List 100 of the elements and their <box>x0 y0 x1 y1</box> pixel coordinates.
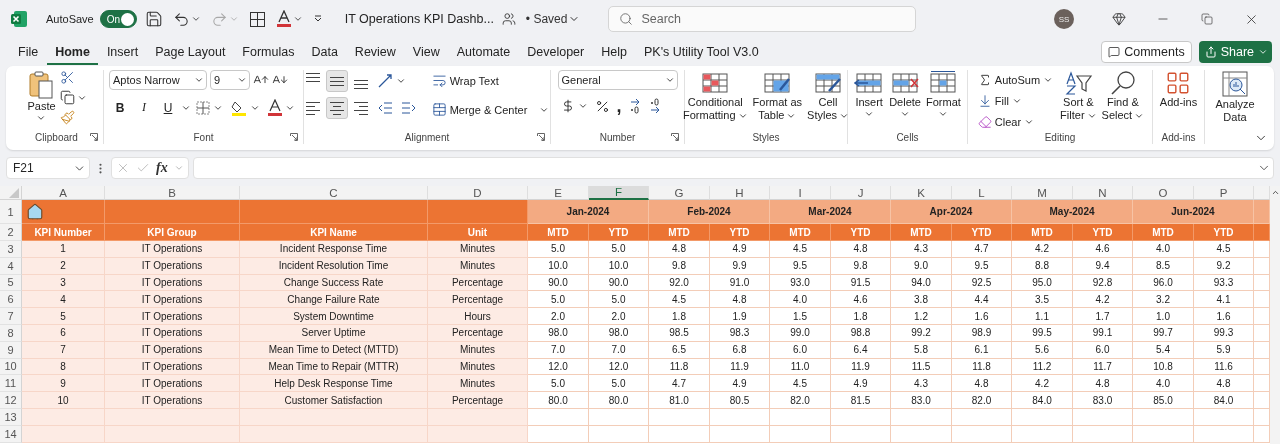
column-header[interactable]: H <box>710 186 770 200</box>
menu-tab[interactable]: Page Layout <box>147 39 234 65</box>
find-select-button[interactable]: Find & Select <box>1100 70 1146 122</box>
dialog-launcher-icon[interactable] <box>671 133 679 141</box>
table-cell: 4.9 <box>710 375 770 393</box>
column-header[interactable]: A <box>22 186 105 200</box>
column-header[interactable]: P <box>1194 186 1254 200</box>
header-cell: KPI Name <box>240 224 428 241</box>
column-header[interactable]: C <box>240 186 428 200</box>
merge-center-button[interactable]: Merge & Center <box>428 99 553 120</box>
caret-icon <box>1258 47 1268 57</box>
insert-function-button[interactable]: fx <box>156 160 168 176</box>
formula-input[interactable] <box>192 157 1274 179</box>
dialog-launcher-icon[interactable] <box>90 133 98 141</box>
comma-style-button[interactable]: , <box>613 96 625 116</box>
menu-tab[interactable]: View <box>404 39 448 65</box>
menu-tab[interactable]: Insert <box>98 39 147 65</box>
cells-button[interactable]: Format <box>924 70 962 119</box>
triangle-icon <box>9 188 19 198</box>
row-number[interactable]: 11 <box>0 375 22 393</box>
column-header[interactable]: E <box>528 186 589 200</box>
autosum-button[interactable]: AutoSum <box>974 70 1057 90</box>
table-cell: 4.8 <box>1073 375 1133 393</box>
row-number[interactable]: 2 <box>0 224 22 241</box>
italic-button[interactable]: I <box>133 97 155 118</box>
name-box[interactable]: F21 <box>6 157 90 179</box>
menu-tab[interactable]: File <box>10 39 47 65</box>
bold-button[interactable]: B <box>109 97 131 118</box>
cells-button[interactable]: Insert <box>853 70 886 119</box>
group-label: Clipboard <box>35 132 78 143</box>
scroll-up-icon <box>1270 188 1280 197</box>
column-header[interactable]: O <box>1133 186 1194 200</box>
autosave-toggle[interactable]: On <box>99 10 137 28</box>
column-header[interactable]: D <box>428 186 528 200</box>
menu-tab[interactable]: Automate <box>448 39 519 65</box>
cells-button[interactable]: Delete <box>888 70 922 119</box>
menu-tab[interactable]: Help <box>593 39 635 65</box>
percent-icon[interactable] <box>594 98 610 114</box>
column-header[interactable]: I <box>770 186 831 200</box>
column-header[interactable]: L <box>952 186 1012 200</box>
column-header[interactable]: J <box>831 186 891 200</box>
menu-tab[interactable]: Home <box>47 39 98 65</box>
column-header[interactable]: M <box>1012 186 1073 200</box>
table-cell: 4.9 <box>710 241 770 258</box>
lines-icon <box>329 76 344 86</box>
horizontal-align-button[interactable] <box>325 97 348 119</box>
fill-button[interactable]: Fill <box>974 91 1057 111</box>
user-avatar[interactable]: SS <box>1054 9 1074 29</box>
menu-tab[interactable]: PK's Utility Tool V3.0 <box>635 39 767 65</box>
column-header[interactable]: B <box>105 186 240 200</box>
sort-filter-button[interactable]: Sort & Filter <box>1059 70 1098 122</box>
styles-button[interactable]: Conditional Formatting <box>681 70 749 122</box>
column-header[interactable]: G <box>649 186 710 200</box>
menu-tab[interactable]: Formulas <box>234 39 303 65</box>
dialog-launcher-icon[interactable] <box>290 133 298 141</box>
home-icon[interactable] <box>26 202 44 221</box>
row-number[interactable]: 6 <box>0 291 22 309</box>
column-header[interactable]: N <box>1073 186 1133 200</box>
row-number[interactable]: 7 <box>0 308 22 325</box>
table-cell: Minutes <box>428 241 528 258</box>
app-icon[interactable] <box>10 10 28 28</box>
table-cell: 82.0 <box>952 392 1012 409</box>
styles-button[interactable]: Cell Styles <box>806 70 851 122</box>
row-number[interactable]: 3 <box>0 241 22 258</box>
underline-button[interactable]: U <box>157 97 179 118</box>
font-size-field[interactable]: 9 <box>210 70 250 90</box>
column-header[interactable]: F <box>589 186 649 200</box>
chart-magnifier-icon <box>1221 70 1249 98</box>
outdent-icon <box>376 100 393 116</box>
merge-cells-icon <box>431 102 447 117</box>
menu-tab[interactable]: Review <box>346 39 404 65</box>
copy-icon[interactable] <box>59 90 75 105</box>
row-number[interactable]: 1 <box>0 200 22 224</box>
clear-button[interactable]: Clear <box>974 112 1057 132</box>
share-button[interactable]: Share <box>1198 41 1272 63</box>
table-cell: 2.0 <box>528 308 589 325</box>
caret-icon <box>1024 117 1035 127</box>
comments-button[interactable]: Comments <box>1101 41 1192 63</box>
paste-button[interactable]: Paste <box>26 70 57 123</box>
column-header[interactable]: K <box>891 186 952 200</box>
table-cell: 4.2 <box>1012 375 1073 393</box>
row-number[interactable]: 12 <box>0 392 22 409</box>
table-cell: 84.0 <box>1012 392 1073 409</box>
analyze-data-button[interactable]: Analyze Data <box>1214 70 1256 124</box>
menu-tab[interactable]: Data <box>303 39 346 65</box>
styles-button[interactable]: Format as Table <box>751 70 804 122</box>
wrap-text-button[interactable]: Wrap Text <box>428 70 553 91</box>
search-field[interactable]: Search <box>608 6 917 32</box>
save-status[interactable]: • Saved <box>523 10 583 28</box>
people-icon <box>501 12 516 26</box>
table-cell: 4.8 <box>952 375 1012 393</box>
vertical-align-button[interactable] <box>325 70 348 92</box>
add-ins-button[interactable]: Add-ins <box>1158 70 1199 109</box>
font-name-field[interactable]: Aptos Narrow <box>109 70 207 90</box>
table-cell: 4.8 <box>710 291 770 309</box>
menu-tab[interactable]: Developer <box>519 39 593 65</box>
cut-icon[interactable] <box>59 70 75 85</box>
number-format-field[interactable]: General <box>557 70 678 90</box>
scrollbar[interactable] <box>1270 186 1280 444</box>
dialog-launcher-icon[interactable] <box>537 133 545 141</box>
